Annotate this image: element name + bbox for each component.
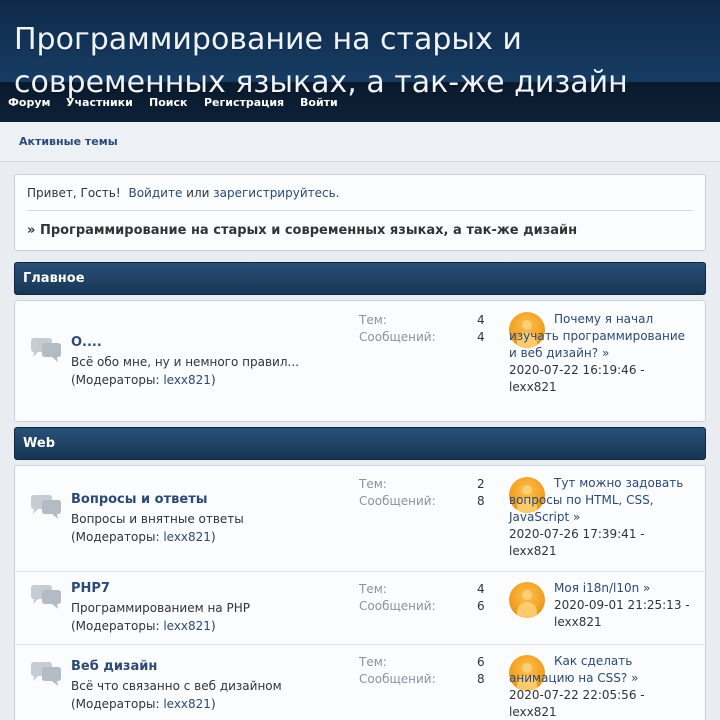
last-post-arrow-link[interactable]: » <box>573 510 580 524</box>
last-post: Почему я начал изучать программирование … <box>509 312 685 394</box>
moderators-prefix: (Модераторы: <box>71 697 160 711</box>
moderator-link[interactable]: lexx821 <box>163 530 211 544</box>
last-post-topic-link[interactable]: Почему я начал изучать программирование … <box>509 312 685 360</box>
breadcrumb-link-home[interactable]: Программирование на старых и современных… <box>40 223 577 238</box>
last-post-topic-link[interactable]: Моя i18n/l10n <box>554 581 639 595</box>
last-post-user-link[interactable]: lexx821 <box>554 615 602 629</box>
breadcrumb: » Программирование на старых и современн… <box>27 223 577 238</box>
last-post: Как сделать анимацию на CSS? » 2020-07-2… <box>509 654 645 719</box>
board-name[interactable]: PHP7 <box>71 581 110 596</box>
last-post-date: 2020-07-26 17:39:41 <box>509 527 637 541</box>
posts-label: Сообщений: <box>359 672 436 686</box>
board-moderators: (Модераторы: lexx821) <box>71 373 216 387</box>
topics-count: 4 <box>477 582 485 596</box>
moderators-suffix: ) <box>210 697 216 711</box>
board-icon <box>31 585 61 609</box>
board-row: Вопросы и ответы Вопросы и внятные ответ… <box>15 466 705 571</box>
posts-label: Сообщений: <box>359 494 436 508</box>
posts-label: Сообщений: <box>359 599 436 613</box>
last-post-arrow-link[interactable]: » <box>602 346 609 360</box>
last-post-arrow-link[interactable]: » <box>631 671 638 685</box>
board-moderators: (Модераторы: lexx821) <box>71 530 216 544</box>
breadcrumb-marker: » <box>27 223 36 238</box>
board-name[interactable]: Вопросы и ответы <box>71 492 207 507</box>
posts-count: 8 <box>477 494 485 508</box>
moderators-suffix: ) <box>210 373 216 387</box>
board-moderators: (Модераторы: lexx821) <box>71 619 216 633</box>
category-header-web[interactable]: Web <box>14 427 706 460</box>
last-post: Моя i18n/l10n » 2020-09-01 21:25:13 - le… <box>554 581 690 629</box>
board-list-main: О.... Всё обо мне, ну и немного правил..… <box>14 300 706 422</box>
avatar[interactable] <box>509 582 545 618</box>
posts-label: Сообщений: <box>359 330 436 344</box>
active-topics-link[interactable]: Активные темы <box>19 135 118 148</box>
board-icon <box>31 338 61 362</box>
board-description: Программированием на PHP <box>71 601 250 615</box>
moderators-suffix: ) <box>210 619 216 633</box>
topics-count: 2 <box>477 477 485 491</box>
board-name[interactable]: Веб дизайн <box>71 659 157 674</box>
moderators-suffix: ) <box>210 530 216 544</box>
last-post-date: 2020-07-22 22:05:56 <box>509 688 637 702</box>
board-name[interactable]: О.... <box>71 335 102 350</box>
moderator-link[interactable]: lexx821 <box>163 697 211 711</box>
last-post: Тут можно задовать вопросы по HTML, CSS,… <box>509 476 684 558</box>
topics-label: Тем: <box>359 655 387 669</box>
board-row: PHP7 Программированием на PHP (Модератор… <box>15 571 705 644</box>
last-post-date: 2020-09-01 21:25:13 <box>554 598 682 612</box>
board-description: Вопросы и внятные ответы <box>71 512 244 526</box>
divider <box>27 210 693 211</box>
board-description: Всё что связанно с веб дизайном <box>71 679 282 693</box>
last-post-user-link[interactable]: lexx821 <box>509 705 557 719</box>
moderator-link[interactable]: lexx821 <box>163 373 211 387</box>
board-description: Всё обо мне, ну и немного правил... <box>71 355 299 369</box>
board-moderators: (Модераторы: lexx821) <box>71 697 216 711</box>
posts-count: 4 <box>477 330 485 344</box>
greeting-text: Привет, Гость! <box>27 186 121 200</box>
board-icon <box>31 662 61 686</box>
topics-count: 4 <box>477 313 485 327</box>
register-link[interactable]: зарегистрируйтесь. <box>213 186 339 200</box>
topics-label: Тем: <box>359 313 387 327</box>
or-text: или <box>186 186 210 200</box>
last-post-arrow-link[interactable]: » <box>643 581 650 595</box>
welcome-text: Привет, Гость! Войдите или зарегистрируй… <box>27 186 339 200</box>
topics-count: 6 <box>477 655 485 669</box>
last-post-topic-link[interactable]: Тут можно задовать вопросы по HTML, CSS,… <box>509 476 683 524</box>
moderators-prefix: (Модераторы: <box>71 619 160 633</box>
site-title[interactable]: Программирование на старых и современных… <box>14 18 704 133</box>
last-post-topic-link[interactable]: Как сделать анимацию на CSS? <box>509 654 632 685</box>
login-link[interactable]: Войдите <box>128 186 182 200</box>
moderators-prefix: (Модераторы: <box>71 530 160 544</box>
topics-label: Тем: <box>359 582 387 596</box>
board-row: О.... Всё обо мне, ну и немного правил..… <box>15 301 705 421</box>
posts-count: 6 <box>477 599 485 613</box>
last-post-user-link[interactable]: lexx821 <box>509 544 557 558</box>
category-header-main[interactable]: Главное <box>14 262 706 295</box>
posts-count: 8 <box>477 672 485 686</box>
welcome-box: Привет, Гость! Войдите или зарегистрируй… <box>14 174 706 251</box>
topics-label: Тем: <box>359 477 387 491</box>
moderators-prefix: (Модераторы: <box>71 373 160 387</box>
last-post-date: 2020-07-22 16:19:46 <box>509 363 637 377</box>
category-title: Web <box>23 436 55 451</box>
category-title: Главное <box>23 271 85 286</box>
board-row: Веб дизайн Всё что связанно с веб дизайн… <box>15 644 705 720</box>
moderator-link[interactable]: lexx821 <box>163 619 211 633</box>
last-post-user-link[interactable]: lexx821 <box>509 380 557 394</box>
board-list-web: Вопросы и ответы Вопросы и внятные ответ… <box>14 465 706 720</box>
board-icon <box>31 495 61 519</box>
